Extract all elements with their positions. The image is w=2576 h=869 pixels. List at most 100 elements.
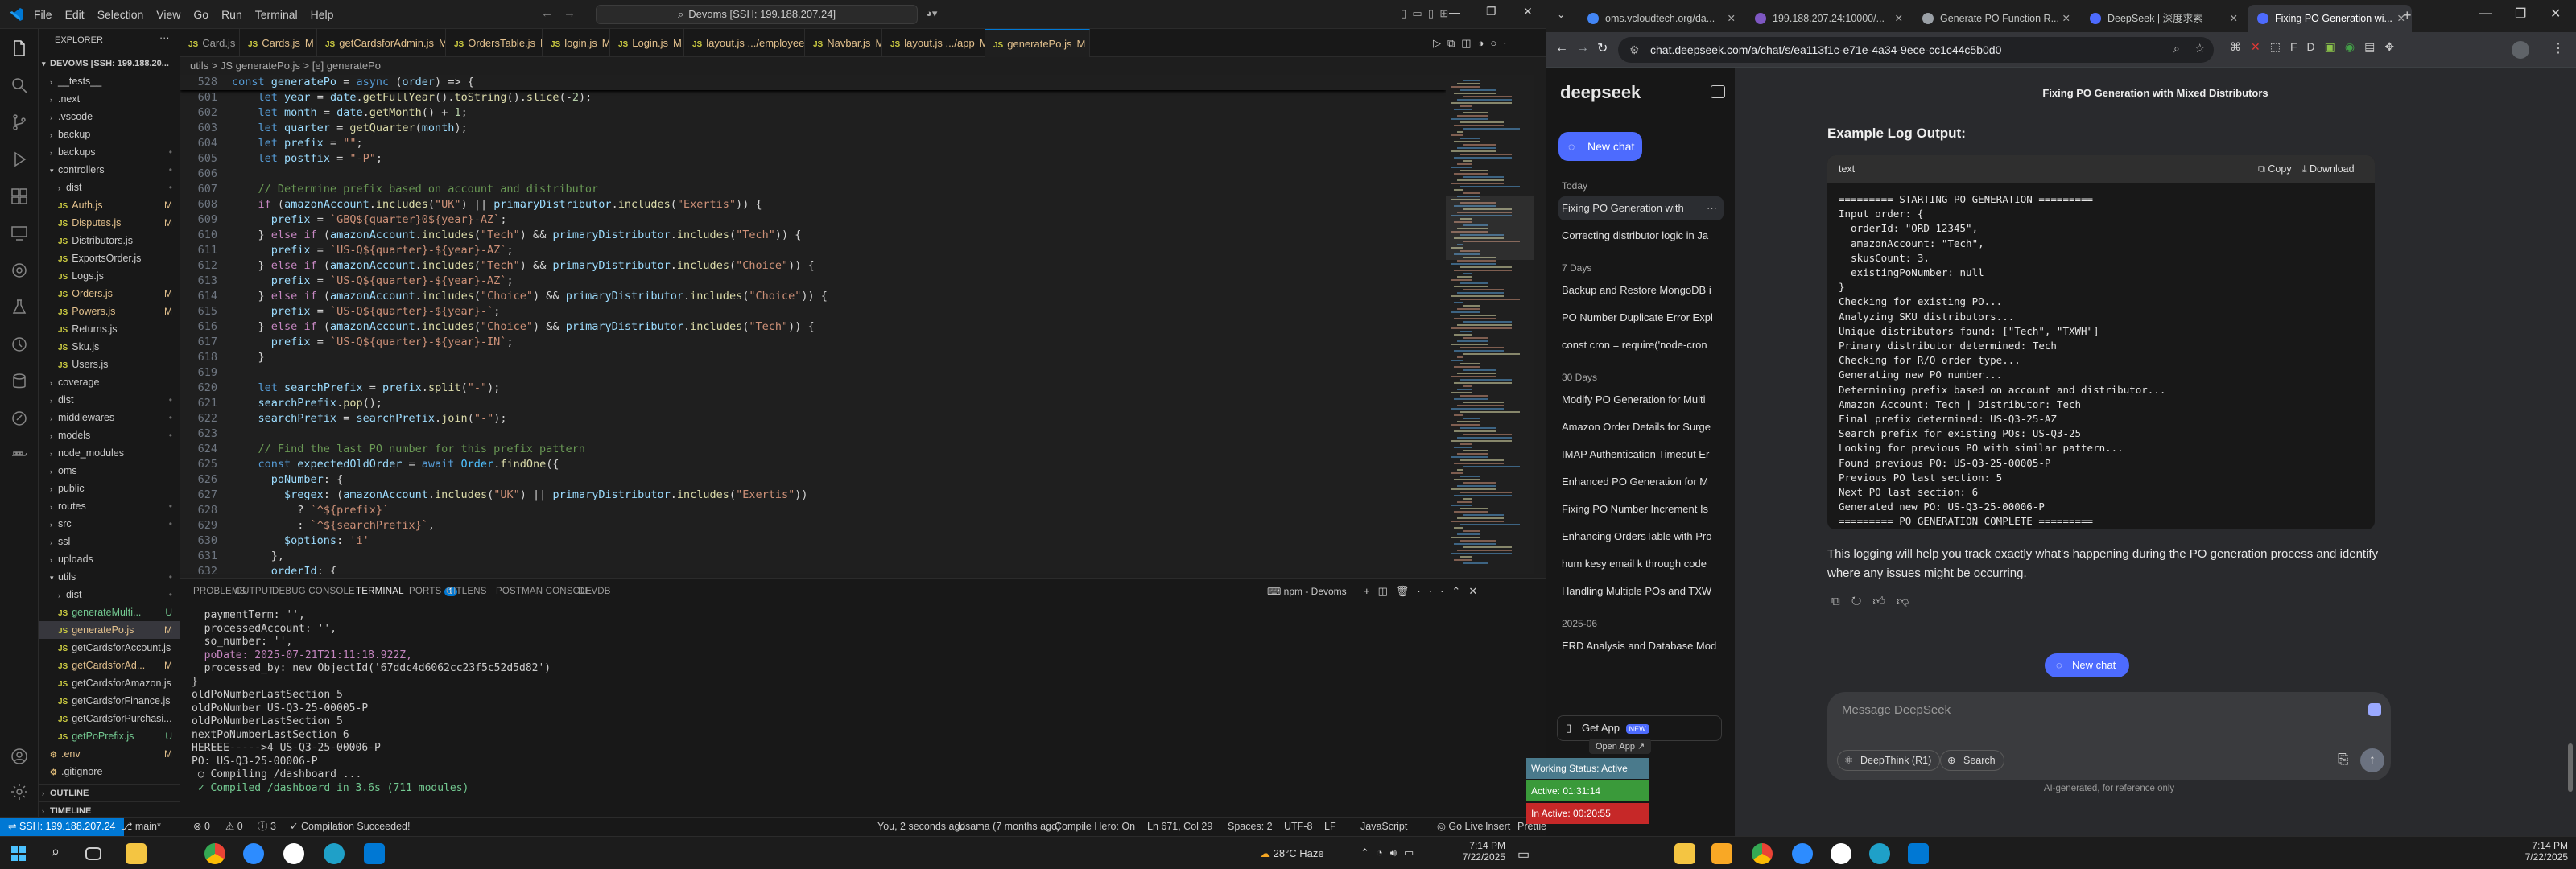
editor-tab[interactable]: JS Card.js — [180, 29, 240, 57]
code-editor[interactable]: 528 const generatePo = async (order) => {… — [180, 75, 1446, 574]
folder-item[interactable]: › backup — [39, 126, 180, 143]
editor-tab[interactable]: JSlayout.js .../app M — [882, 29, 985, 57]
chrome-taskbar-icon-2[interactable] — [1752, 843, 1773, 864]
send-button[interactable]: ↑ — [2360, 748, 2384, 772]
panel-tab-terminal[interactable]: TERMINAL — [356, 587, 404, 599]
history-item[interactable]: Backup and Restore MongoDB i — [1558, 278, 1724, 303]
zoom-taskbar-icon[interactable] — [243, 843, 264, 864]
editor-tab[interactable]: JSgetCardsforAdmin.js M — [317, 29, 446, 57]
copy-message-icon[interactable]: ⧉ — [1831, 595, 1852, 608]
trash-icon[interactable]: 🗑 — [1396, 585, 1418, 597]
file-item[interactable]: JS getPoPrefix.js U — [39, 727, 180, 745]
restore-button[interactable]: ❐ — [1486, 5, 1496, 19]
panel-tab-debug-console[interactable]: DEBUG CONSOLE — [272, 587, 355, 596]
menu-view[interactable]: View — [156, 8, 180, 21]
editor-tab[interactable]: JSOrdersTable.jsM — [446, 29, 543, 57]
tab-search-icon[interactable]: ⌄ — [1557, 8, 1573, 24]
back-icon[interactable]: ← — [1555, 41, 1568, 56]
browser-restore[interactable]: ❐ — [2515, 6, 2526, 22]
folder-item[interactable]: › middlewares • — [39, 409, 180, 426]
folder-item[interactable]: ▾ utils • — [39, 568, 180, 586]
folder-item[interactable]: › dist • — [39, 179, 180, 196]
folder-item[interactable]: ▾ controllers • — [39, 161, 180, 179]
language-mode[interactable]: JavaScript — [1360, 818, 1407, 836]
cursor-position[interactable]: Ln 671, Col 29 — [1147, 818, 1212, 836]
source-control-icon[interactable] — [10, 113, 29, 132]
author-blame[interactable]: Usama (7 months ago) — [958, 818, 1060, 836]
file-explorer-icon[interactable] — [126, 843, 147, 864]
menu-run[interactable]: Run — [221, 8, 242, 21]
notification-icon[interactable]: ▭ — [1517, 846, 1530, 863]
folder-item[interactable]: › models • — [39, 426, 180, 444]
close-tab-icon[interactable]: ✕ — [2062, 5, 2070, 32]
toggle-panel-icon[interactable]: ▭ — [1412, 7, 1422, 19]
account-icon[interactable] — [10, 747, 29, 766]
download-button[interactable]: ⤓ Download — [2302, 155, 2355, 183]
file-item[interactable]: JS Orders.js M — [39, 285, 180, 303]
editor-tab[interactable]: JS Cards.js M — [240, 29, 317, 57]
more-icon[interactable]: ··· — [1417, 585, 1451, 597]
panel-tab-devdb[interactable]: DEVDB — [578, 587, 611, 596]
thumbs-down-icon[interactable]: 👎︎ — [1897, 595, 1920, 608]
indentation[interactable]: Spaces: 2 — [1228, 818, 1273, 836]
file-item[interactable]: JS getCardsforAccount.js — [39, 639, 180, 657]
line-ending[interactable]: LF — [1324, 818, 1336, 836]
extension-7-icon[interactable]: ▤ — [2364, 40, 2384, 53]
file-item[interactable]: ⚙ .env M — [39, 745, 180, 763]
extension-4-icon[interactable]: FD — [2290, 40, 2325, 53]
file-encoding[interactable]: UTF-8 — [1284, 818, 1312, 836]
extension-3-icon[interactable]: ⬚ — [2270, 40, 2290, 53]
browser-tab[interactable]: 199.188.207.24:10000/... ✕ — [1745, 5, 1909, 32]
address-bar[interactable]: ⚙ chat.deepseek.com/a/chat/s/ea113f1c-e71… — [1618, 37, 2214, 63]
file-item[interactable]: JS Users.js — [39, 356, 180, 373]
extension-6-icon[interactable]: ◉ — [2345, 40, 2364, 53]
compilation-status[interactable]: ✓ Compilation Succeeded! — [290, 818, 410, 836]
remote-explorer-icon[interactable] — [10, 224, 29, 243]
browser-menu-icon[interactable]: ⋮ — [2552, 40, 2565, 56]
clock-left[interactable]: 7:14 PM 7/22/2025 — [1457, 840, 1505, 863]
history-item[interactable]: IMAP Authentication Timeout Er — [1558, 443, 1724, 467]
history-item[interactable]: Enhancing OrdersTable with Pro — [1558, 525, 1724, 549]
go-live-button[interactable]: ◎ Go Live — [1437, 818, 1483, 836]
extensions-puzzle-icon[interactable]: ✥ — [2384, 40, 2404, 53]
file-item[interactable]: JS Powers.js M — [39, 303, 180, 320]
folder-item[interactable]: › .next — [39, 90, 180, 108]
close-tab-icon[interactable]: ✕ — [1728, 5, 1736, 32]
file-item[interactable]: JS getCardsforPurchasi... — [39, 710, 180, 727]
history-item[interactable]: const cron = require('node-cron — [1558, 333, 1724, 357]
extension-2-icon[interactable]: ✕ — [2251, 40, 2270, 53]
minimap[interactable] — [1446, 75, 1534, 574]
folder-item[interactable]: › dist • — [39, 586, 180, 603]
browser-tab[interactable]: oms.vcloudtech.org/da... ✕ — [1578, 5, 1742, 32]
explorer-icon[interactable] — [10, 39, 29, 58]
deepseek-logo[interactable]: deepseek — [1560, 82, 1641, 103]
extension-5-icon[interactable]: ▣ — [2325, 40, 2345, 53]
workspace-root[interactable]: ▾ DEVOMS [SSH: 199.188.20... — [39, 55, 180, 72]
browser-minimize[interactable]: — — [2479, 6, 2492, 21]
folder-item[interactable]: › backups • — [39, 143, 180, 161]
browser-tab[interactable]: Generate PO Function R... ✕ — [1913, 5, 2077, 32]
copilot-icon[interactable]: ◕▾ — [926, 7, 940, 22]
minimap-slider[interactable] — [1446, 196, 1534, 260]
history-item[interactable]: Enhanced PO Generation for M — [1558, 470, 1724, 494]
folder-item[interactable]: › .vscode — [39, 108, 180, 126]
volume-icon[interactable]: 🔊︎ — [1390, 846, 1404, 859]
database-icon[interactable] — [10, 372, 29, 391]
site-info-icon[interactable]: ⚙ — [1629, 37, 1640, 63]
collapse-sidebar-icon[interactable] — [1711, 85, 1725, 98]
editor-tab[interactable]: JS generatePo.js M — [985, 29, 1090, 57]
history-item[interactable]: Amazon Order Details for Surge — [1558, 415, 1724, 439]
file-item[interactable]: JS generateMulti... U — [39, 603, 180, 621]
history-item[interactable]: hum kesy email k through code — [1558, 552, 1724, 576]
browser-close[interactable]: ✕ — [2550, 6, 2561, 22]
profile-avatar[interactable] — [2512, 41, 2529, 59]
file-item[interactable]: ⚙ .gitignore — [39, 763, 180, 780]
deepthink-toggle[interactable]: ⚛ DeepThink (R1) — [1837, 750, 1941, 771]
search-toggle[interactable]: ⊕ Search — [1940, 750, 2004, 771]
back-arrow-icon[interactable]: ← — [541, 6, 553, 20]
new-terminal-icon[interactable]: + — [1364, 585, 1378, 597]
zoom-taskbar-icon-2[interactable] — [1792, 843, 1813, 864]
history-more-icon[interactable]: ··· — [1707, 196, 1717, 220]
history-item[interactable]: Correcting distributor logic in Ja — [1558, 224, 1724, 248]
page-scrollbar[interactable] — [2568, 743, 2573, 792]
